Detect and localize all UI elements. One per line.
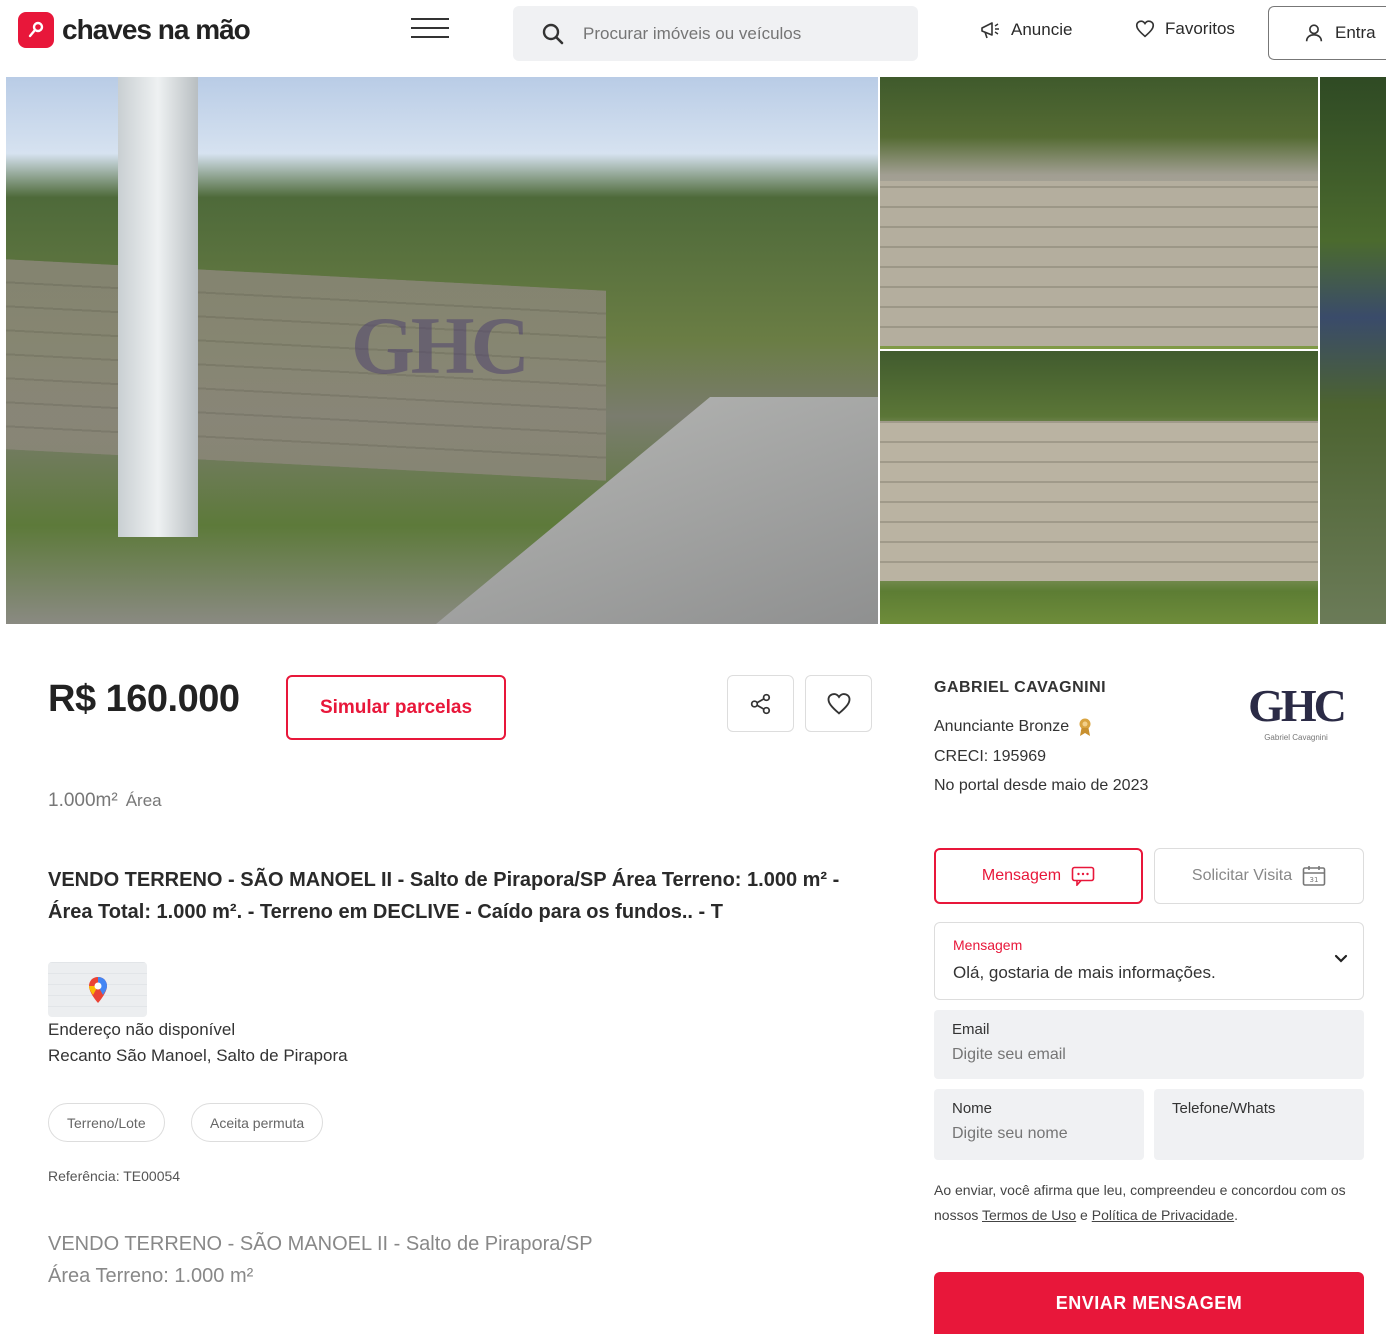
login-button[interactable]: Entra — [1268, 6, 1386, 60]
area-value: 1.000m² — [48, 790, 118, 811]
email-label: Email — [952, 1021, 990, 1038]
search-input[interactable] — [583, 23, 903, 44]
map-pin-icon — [88, 976, 107, 1003]
agent-name: GABRIEL CAVAGNINI — [934, 679, 1107, 696]
simulate-installments-button[interactable]: Simular parcelas — [286, 675, 506, 740]
phone-input[interactable] — [1172, 1125, 1352, 1143]
login-label: Entra — [1335, 23, 1376, 42]
phone-label: Telefone/Whats — [1172, 1100, 1276, 1117]
description-line: Área Terreno: 1.000 m² — [48, 1265, 254, 1287]
main-photo[interactable]: GHC — [6, 77, 878, 624]
agent-logo-text: GHC — [1248, 680, 1347, 731]
legal-notice: Ao enviar, você afirma que leu, compreen… — [934, 1178, 1364, 1228]
anuncie-link[interactable]: Anuncie — [978, 18, 1072, 42]
name-field: Nome — [934, 1089, 1144, 1160]
svg-text:31: 31 — [1310, 876, 1319, 884]
message-select-value: Olá, gostaria de mais informações. — [953, 963, 1216, 982]
name-label: Nome — [952, 1100, 993, 1117]
agent-creci: CRECI: 195969 — [934, 748, 1047, 765]
pole-shape — [118, 77, 198, 537]
photo-gallery: GHC — [6, 77, 1386, 624]
share-button[interactable] — [727, 675, 794, 732]
favorite-button[interactable] — [805, 675, 872, 732]
phone-field: Telefone/Whats — [1154, 1089, 1364, 1160]
top-header: chaves na mão Anuncie Favoritos Entra — [0, 0, 1386, 66]
agent-level: Anunciante Bronze — [934, 717, 1093, 737]
area-info: 1.000m² Área — [48, 790, 162, 812]
tab-message-label: Mensagem — [981, 867, 1062, 884]
favoritos-link[interactable]: Favoritos — [1134, 18, 1235, 40]
tab-schedule-visit[interactable]: Solicitar Visita 31 — [1154, 848, 1364, 904]
watermark-logo: GHC — [351, 300, 530, 391]
calendar-icon: 31 — [1302, 866, 1326, 886]
listing-price: R$ 160.000 — [48, 678, 240, 720]
agent-logo: GHC Gabriel Cavagnini — [1238, 679, 1354, 751]
chat-icon — [1071, 866, 1095, 886]
send-message-button[interactable]: ENVIAR MENSAGEM — [934, 1272, 1364, 1334]
legal-suffix: . — [1234, 1207, 1239, 1223]
reference-code: Referência: TE00054 — [48, 1168, 181, 1184]
area-label: Área — [125, 791, 162, 810]
share-icon — [750, 693, 770, 714]
medal-icon — [1079, 718, 1091, 736]
message-select-label: Mensagem — [953, 937, 1023, 953]
megaphone-icon — [981, 22, 999, 39]
heart-icon — [1135, 20, 1155, 38]
anuncie-label: Anuncie — [1011, 20, 1073, 39]
map-thumbnail[interactable] — [48, 962, 147, 1017]
description-line: VENDO TERRENO - SÃO MANOEL II - Salto de… — [48, 1233, 593, 1255]
tag-permuta: Aceita permuta — [191, 1103, 324, 1142]
favoritos-label: Favoritos — [1165, 19, 1235, 38]
search-bar[interactable] — [513, 6, 918, 61]
agent-level-label: Anunciante Bronze — [934, 718, 1070, 735]
site-logo[interactable]: chaves na mão — [18, 12, 251, 48]
listing-title: VENDO TERRENO - SÃO MANOEL II - Salto de… — [48, 869, 840, 923]
wall-shape — [880, 421, 1318, 581]
agent-logo-subtext: Gabriel Cavagnini — [1264, 733, 1328, 742]
name-input[interactable] — [952, 1125, 1132, 1143]
tab-visit-label: Solicitar Visita — [1191, 867, 1293, 884]
logo-text: chaves na mão — [62, 14, 251, 45]
thumbnail-photo-1[interactable] — [880, 77, 1318, 349]
thumbnail-photo-2[interactable] — [880, 351, 1318, 624]
email-field: Email — [934, 1010, 1364, 1079]
privacy-link[interactable]: Política de Privacidade — [1092, 1207, 1234, 1223]
heart-icon — [827, 692, 850, 715]
legal-and: e — [1080, 1207, 1088, 1223]
thumbnail-photo-3[interactable] — [1320, 77, 1386, 624]
tab-message[interactable]: Mensagem — [934, 848, 1143, 904]
message-select[interactable]: Mensagem Olá, gostaria de mais informaçõ… — [934, 922, 1364, 1000]
address-neighborhood: Recanto São Manoel, Salto de Pirapora — [48, 1046, 348, 1065]
agent-since: No portal desde maio de 2023 — [934, 777, 1149, 794]
wall-shape — [880, 181, 1318, 346]
hamburger-icon[interactable] — [411, 18, 449, 40]
email-input[interactable] — [952, 1046, 1332, 1064]
tag-terreno: Terreno/Lote — [48, 1103, 165, 1142]
listing-description: VENDO TERRENO - SÃO MANOEL II - Salto de… — [48, 1228, 808, 1292]
chevron-down-icon — [1334, 954, 1348, 963]
key-logo-icon — [18, 12, 54, 48]
user-icon — [1305, 24, 1323, 42]
address-unavailable: Endereço não disponível — [48, 1020, 236, 1039]
search-icon — [542, 23, 564, 44]
terms-link[interactable]: Termos de Uso — [982, 1207, 1076, 1223]
